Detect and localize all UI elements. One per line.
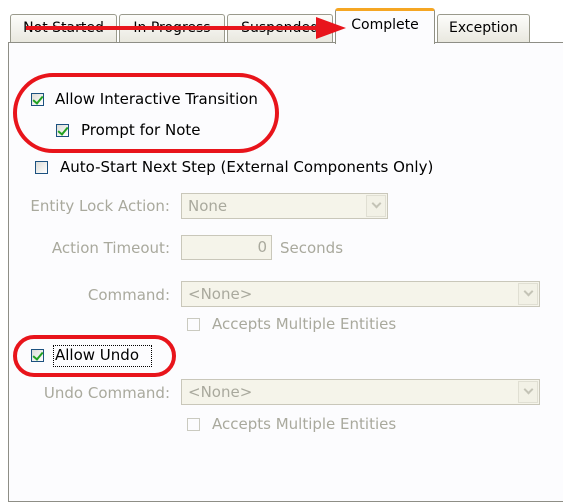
allow-undo-focus-rect xyxy=(53,345,152,367)
command-select[interactable]: <None> xyxy=(181,281,540,307)
tab-panel-complete xyxy=(8,42,563,502)
undo-command-accepts-multiple-label[interactable]: Accepts Multiple Entities xyxy=(212,415,396,433)
allow-interactive-transition-checkbox[interactable] xyxy=(31,93,44,106)
command-label: Command: xyxy=(87,286,170,304)
annotation-arrow xyxy=(26,17,346,39)
action-timeout-label: Action Timeout: xyxy=(51,239,170,257)
entity-lock-action-label: Entity Lock Action: xyxy=(30,197,170,215)
allow-undo-checkbox[interactable] xyxy=(31,349,44,362)
undo-command-value: <None> xyxy=(188,383,253,401)
action-timeout-input[interactable]: 0 xyxy=(181,235,272,260)
command-accepts-multiple-checkbox[interactable] xyxy=(187,318,200,331)
allow-interactive-transition-label[interactable]: Allow Interactive Transition xyxy=(55,90,258,108)
auto-start-next-step-checkbox[interactable] xyxy=(35,161,48,174)
action-timeout-unit: Seconds xyxy=(280,239,344,257)
command-accepts-multiple-label[interactable]: Accepts Multiple Entities xyxy=(212,315,396,333)
prompt-for-note-checkbox[interactable] xyxy=(56,124,69,137)
command-value: <None> xyxy=(188,285,253,303)
chevron-down-icon[interactable] xyxy=(518,283,538,305)
undo-command-label: Undo Command: xyxy=(43,384,170,402)
entity-lock-action-select[interactable]: None xyxy=(181,193,388,219)
undo-command-accepts-multiple-checkbox[interactable] xyxy=(187,418,200,431)
entity-lock-action-value: None xyxy=(188,197,228,215)
prompt-for-note-label[interactable]: Prompt for Note xyxy=(81,121,200,139)
chevron-down-icon[interactable] xyxy=(366,195,386,217)
undo-command-select[interactable]: <None> xyxy=(181,379,540,405)
chevron-down-icon[interactable] xyxy=(518,381,538,403)
auto-start-next-step-label[interactable]: Auto-Start Next Step (External Component… xyxy=(60,158,433,176)
